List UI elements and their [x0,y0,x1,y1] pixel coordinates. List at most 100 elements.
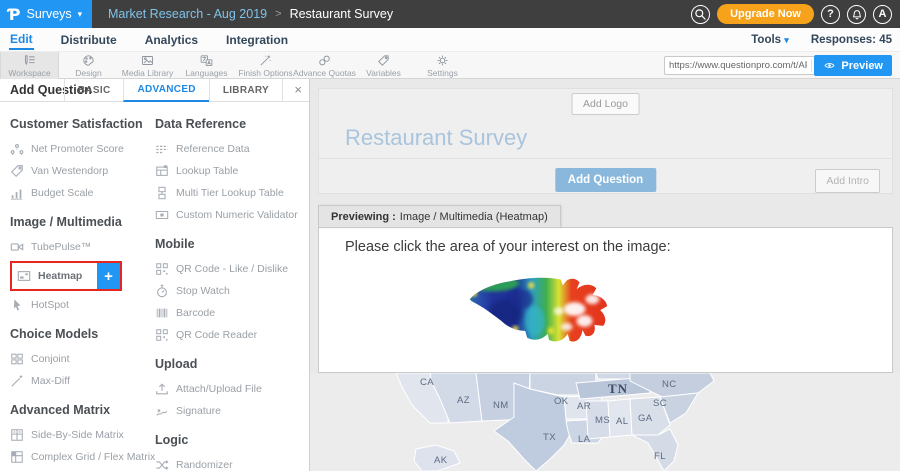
tab-basic[interactable]: BASIC [64,79,124,102]
previewing-tab: Previewing : Image / Multimedia (Heatmap… [318,205,561,228]
divider [319,158,892,159]
close-icon[interactable]: × [294,82,302,97]
toolbar-settings[interactable]: Settings [413,52,472,79]
magic-wand-icon [259,54,272,67]
toolbar-variables[interactable]: Variables [354,52,413,79]
upgrade-now-button[interactable]: Upgrade Now [717,4,814,24]
account-avatar[interactable]: A [873,5,892,24]
qtype-randomizer[interactable]: Randomizer [155,454,301,471]
palette-icon [82,54,95,67]
qtype-tubepulse[interactable]: TubePulse™ [10,236,145,258]
qtype-conjoint[interactable]: Conjoint [10,348,145,370]
qtype-max-diff[interactable]: Max-Diff [10,370,145,392]
qr-reader-icon [155,328,169,342]
survey-title[interactable]: Restaurant Survey [345,125,527,151]
grid-icon [10,352,24,366]
qtype-van-westendorp[interactable]: Van Westendorp [10,160,145,182]
toolbar-workspace[interactable]: Workspace [0,52,59,79]
notifications-button[interactable] [847,5,866,24]
surveys-menu[interactable]: Ƥ Surveys ▾ [0,0,92,28]
topbar-actions: Upgrade Now ? A [691,0,892,28]
qtype-stop-watch[interactable]: Stop Watch [155,280,301,302]
qtype-side-by-side-matrix[interactable]: Side-By-Side Matrix [10,424,145,446]
qtype-net-promoter-score[interactable]: Net Promoter Score [10,138,145,160]
add-intro-button[interactable]: Add Intro [815,169,880,193]
add-logo-button[interactable]: Add Logo [571,93,640,115]
upload-icon [155,382,169,396]
qtype-signature[interactable]: Signature [155,400,301,422]
search-button[interactable] [691,5,710,24]
qtype-hotspot[interactable]: HotSpot [10,294,145,316]
nav-tab-integration[interactable]: Integration [225,30,289,49]
survey-url-field: ✎ [664,56,832,75]
table-icon [155,164,169,178]
qtype-reference-data[interactable]: Reference Data [155,138,301,160]
gear-icon [436,54,449,67]
signature-icon [155,404,169,418]
nps-icon [10,142,24,156]
shuffle-icon [155,458,169,471]
section-customer-satisfaction: Customer Satisfaction [10,117,145,131]
section-choice-models: Choice Models [10,327,145,341]
toolbar-design[interactable]: Design [59,52,118,79]
add-heatmap-question-button[interactable]: + [97,263,120,289]
help-button[interactable]: ? [821,5,840,24]
chain-links-icon [318,54,331,67]
breadcrumb: Market Research - Aug 2019 > Restaurant … [108,0,393,28]
toolbar-advance-quotas[interactable]: Advance Quotas [295,52,354,79]
responses-count[interactable]: Responses: 45 [811,34,892,46]
qtype-qr-like-dislike[interactable]: QR Code - Like / Dislike [155,258,301,280]
breadcrumb-project[interactable]: Market Research - Aug 2019 [108,7,267,21]
stopwatch-icon [155,284,169,298]
top-bar: Ƥ Surveys ▾ Market Research - Aug 2019 >… [0,0,900,28]
workspace-icon [23,54,36,67]
chevron-down-icon: ▾ [78,9,83,20]
qtype-complex-grid[interactable]: Complex Grid / Flex Matrix [10,446,145,468]
eye-icon [823,61,836,70]
background-us-map: CA AZ NM OK AR TN NC SC MS AL GA TX LA F… [310,373,900,471]
section-mobile: Mobile [155,237,301,251]
barcode-icon [155,306,169,320]
qtype-custom-numeric-validator[interactable]: Custom Numeric Validator [155,204,301,226]
section-upload: Upload [155,357,301,371]
toolbar-finish-options[interactable]: Finish Options [236,52,295,79]
qtype-qr-code-reader[interactable]: QR Code Reader [155,324,301,346]
wand-icon [10,374,24,388]
qtype-attach-upload-file[interactable]: Attach/Upload File [155,378,301,400]
survey-header-card: Add Logo Restaurant Survey Add Question … [318,88,893,194]
nav-tab-edit[interactable]: Edit [9,29,34,50]
tag-icon [377,54,390,67]
price-tag-icon [10,164,24,178]
section-logic: Logic [155,433,301,447]
add-question-button[interactable]: Add Question [555,168,656,192]
matrix-icon [10,428,24,442]
questionpro-logo: Ƥ [8,5,21,24]
section-data-reference: Data Reference [155,117,301,131]
qtype-barcode[interactable]: Barcode [155,302,301,324]
flex-matrix-icon [10,450,24,464]
video-camera-icon [10,240,24,254]
usa-heatmap-image[interactable] [464,270,622,362]
product-name: Surveys [27,7,72,21]
toolbar-languages[interactable]: Languages [177,52,236,79]
image-icon [141,54,154,67]
preview-button[interactable]: Preview [814,55,892,76]
tools-menu[interactable]: Tools ▾ [751,34,789,46]
toolbar-media-library[interactable]: Media Library [118,52,177,79]
nav-tab-analytics[interactable]: Analytics [144,30,199,49]
validator-icon [155,208,169,222]
us-map-graphic [310,373,900,471]
heatmap-icon [17,269,31,283]
stacked-boxes-icon [155,186,169,200]
tab-advanced[interactable]: ADVANCED [123,79,208,102]
bar-chart-icon [10,186,24,200]
translate-icon [200,54,213,67]
survey-url-input[interactable] [665,60,811,71]
qtype-budget-scale[interactable]: Budget Scale [10,182,145,204]
nav-tab-distribute[interactable]: Distribute [60,30,118,49]
qtype-lookup-table[interactable]: Lookup Table [155,160,301,182]
tab-library[interactable]: LIBRARY [209,79,283,102]
qtype-heatmap-highlighted[interactable]: Heatmap + [10,261,122,291]
qtype-multi-tier-lookup[interactable]: Multi Tier Lookup Table [155,182,301,204]
reference-data-icon [155,142,169,156]
